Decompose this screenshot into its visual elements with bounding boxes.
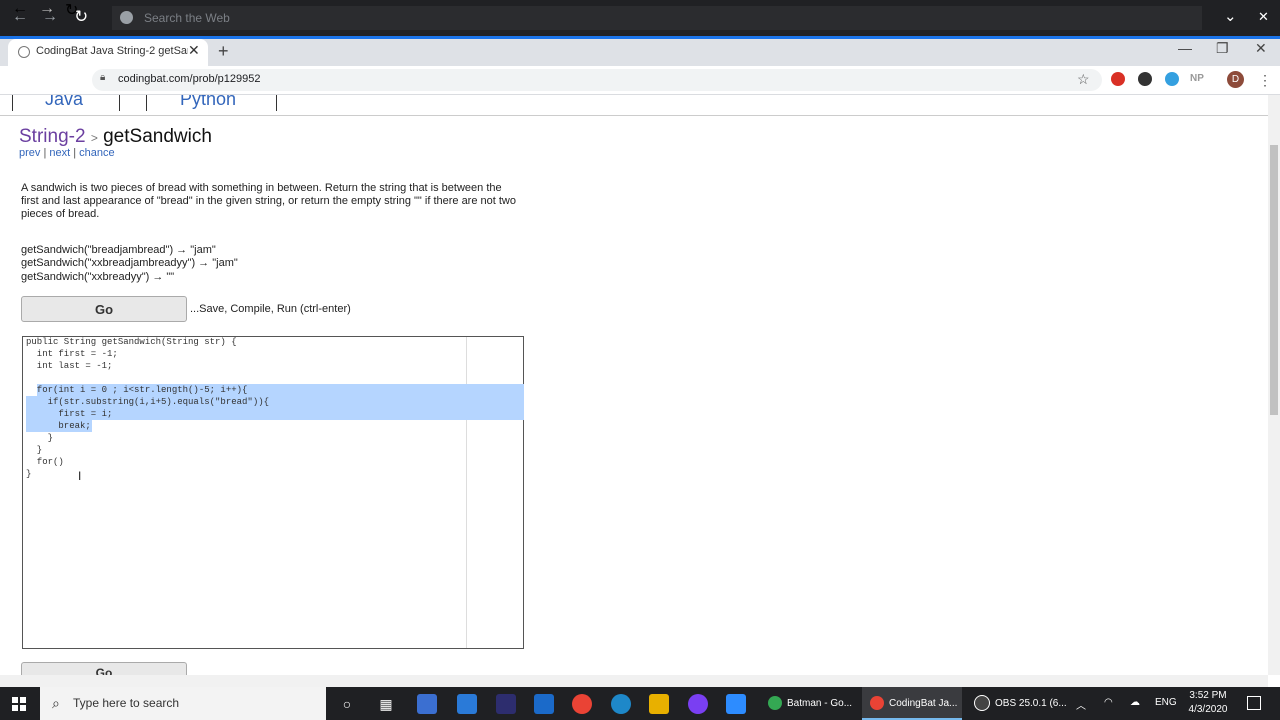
code-line: if(str.substring(i,i+5).equals("bread"))…: [26, 397, 270, 407]
top-search-placeholder: Search the Web: [144, 11, 230, 25]
code-line: }: [26, 433, 54, 443]
top-close-icon[interactable]: ✕: [1258, 9, 1269, 25]
taskbar-app-codingbat[interactable]: CodingBat Ja...: [862, 687, 962, 720]
store-icon[interactable]: [417, 694, 437, 714]
profile-avatar[interactable]: D: [1227, 71, 1244, 88]
code-line: public String getSandwich(String str) {: [26, 337, 237, 347]
cloud-extension-icon[interactable]: [1165, 72, 1179, 86]
chrome-icon[interactable]: [572, 694, 592, 714]
taskbar-app-label: OBS 25.0.1 (6...: [995, 698, 1066, 709]
task-view-icon[interactable]: ▦: [376, 694, 396, 714]
tab-python[interactable]: Python: [180, 95, 236, 110]
top-search-input[interactable]: Search the Web: [112, 6, 1202, 30]
tab-divider: [0, 115, 1268, 116]
edge-icon[interactable]: [611, 694, 631, 714]
go-button[interactable]: Go: [21, 296, 187, 322]
code-line: for(int i = 0 ; i<str.length()-5; i++){: [26, 385, 248, 395]
window-restore-button[interactable]: ❐: [1216, 40, 1229, 57]
taskbar-app-obs[interactable]: OBS 25.0.1 (6...: [966, 687, 1066, 720]
taskbar-search-input[interactable]: ⌕ Type here to search: [40, 687, 326, 720]
new-tab-button[interactable]: +: [218, 41, 229, 62]
file-explorer-icon[interactable]: [649, 694, 669, 714]
eclipse-icon[interactable]: [496, 694, 516, 714]
example-line: getSandwich("xxbreadyy") → "": [21, 271, 175, 283]
code-line: first = i;: [26, 409, 113, 419]
taskbar-app-label: CodingBat Ja...: [889, 698, 958, 709]
browser-tab[interactable]: CodingBat Java String-2 getSandwich ✕: [8, 39, 208, 66]
adblock-extension-icon[interactable]: [1111, 72, 1125, 86]
chrome-app-icon: [870, 696, 884, 711]
taskbar-app-label: Batman - Go...: [787, 698, 853, 709]
link-sep: |: [73, 147, 77, 159]
next-link[interactable]: next: [49, 147, 70, 159]
tab-separator: [276, 95, 277, 111]
chrome-menu-icon[interactable]: ⋮: [1258, 72, 1272, 89]
code-line: }: [26, 469, 32, 479]
bookmark-star-icon[interactable]: ☆: [1077, 71, 1090, 88]
scrollbar-thumb[interactable]: [1270, 145, 1278, 415]
page-title: getSandwich: [103, 126, 212, 147]
obs-icon: [974, 695, 990, 712]
tab-title: CodingBat Java String-2 getSandwich: [36, 45, 188, 57]
text-cursor-icon: I: [78, 469, 82, 483]
tab-favicon-icon: [18, 46, 30, 58]
window-minimize-button[interactable]: —: [1178, 40, 1192, 56]
onedrive-icon[interactable]: ☁: [1130, 697, 1140, 708]
code-line: for(): [26, 457, 64, 467]
window-close-button[interactable]: ✕: [1255, 40, 1267, 57]
link-sep: |: [43, 147, 47, 159]
windows-start-icon[interactable]: [12, 697, 26, 711]
go-hint: ...Save, Compile, Run (ctrl-enter): [190, 303, 351, 315]
search-icon: ⌕: [52, 695, 60, 711]
app-purple-icon[interactable]: [688, 694, 708, 714]
extension-circle-icon[interactable]: [1138, 72, 1152, 86]
top-menu-chevron-icon[interactable]: ⌄: [1224, 7, 1237, 25]
reload-icon[interactable]: ↻: [65, 0, 78, 20]
notification-icon[interactable]: [1247, 696, 1261, 710]
example-line: getSandwich("xxbreadjambreadyy") → "jam": [21, 257, 238, 269]
tab-separator: [146, 95, 147, 111]
tab-java[interactable]: Java: [45, 95, 83, 110]
forward-icon[interactable]: →: [39, 0, 55, 18]
crumb-category-link[interactable]: String-2: [19, 126, 86, 147]
back-icon[interactable]: ←: [12, 0, 28, 18]
tab-separator: [119, 95, 120, 111]
horizontal-scrollbar[interactable]: [0, 675, 1268, 687]
code-line: int last = -1;: [26, 361, 113, 371]
np-extension-icon[interactable]: NP: [1190, 73, 1204, 84]
crumb-separator: >: [90, 131, 98, 145]
problem-nav-links: prev | next | chance: [19, 147, 115, 159]
zoom-icon[interactable]: [726, 694, 746, 714]
lock-icon: 🔒︎: [100, 72, 106, 83]
cortana-icon[interactable]: ○: [337, 694, 357, 714]
breadcrumb: String-2 > getSandwich: [19, 126, 212, 148]
mail-icon[interactable]: [457, 694, 477, 714]
wifi-icon[interactable]: ◠: [1104, 697, 1113, 708]
language-indicator[interactable]: ENG: [1155, 697, 1177, 708]
app-c-icon[interactable]: [534, 694, 554, 714]
prev-link[interactable]: prev: [19, 147, 40, 159]
clock[interactable]: 3:52 PM 4/3/2020: [1180, 689, 1236, 717]
tab-close-icon[interactable]: ✕: [188, 42, 200, 59]
example-line: getSandwich("breadjambread") → "jam": [21, 244, 216, 256]
clock-date: 4/3/2020: [1188, 704, 1228, 715]
code-line: }: [26, 445, 43, 455]
taskbar-app-batman[interactable]: Batman - Go...: [760, 687, 860, 720]
problem-description: A sandwich is two pieces of bread with s…: [21, 182, 516, 220]
globe-icon: [120, 11, 133, 24]
chance-link[interactable]: chance: [79, 147, 114, 159]
tray-chevron-icon[interactable]: ︿: [1076, 697, 1086, 712]
clock-time: 3:52 PM: [1189, 690, 1227, 701]
code-editor[interactable]: [22, 336, 524, 649]
tab-separator: [12, 95, 13, 111]
code-line: break;: [26, 421, 91, 431]
code-line: int first = -1;: [26, 349, 118, 359]
chrome-app-icon: [768, 696, 782, 711]
taskbar-search-placeholder: Type here to search: [73, 696, 180, 710]
url-text[interactable]: codingbat.com/prob/p129952: [118, 73, 261, 85]
